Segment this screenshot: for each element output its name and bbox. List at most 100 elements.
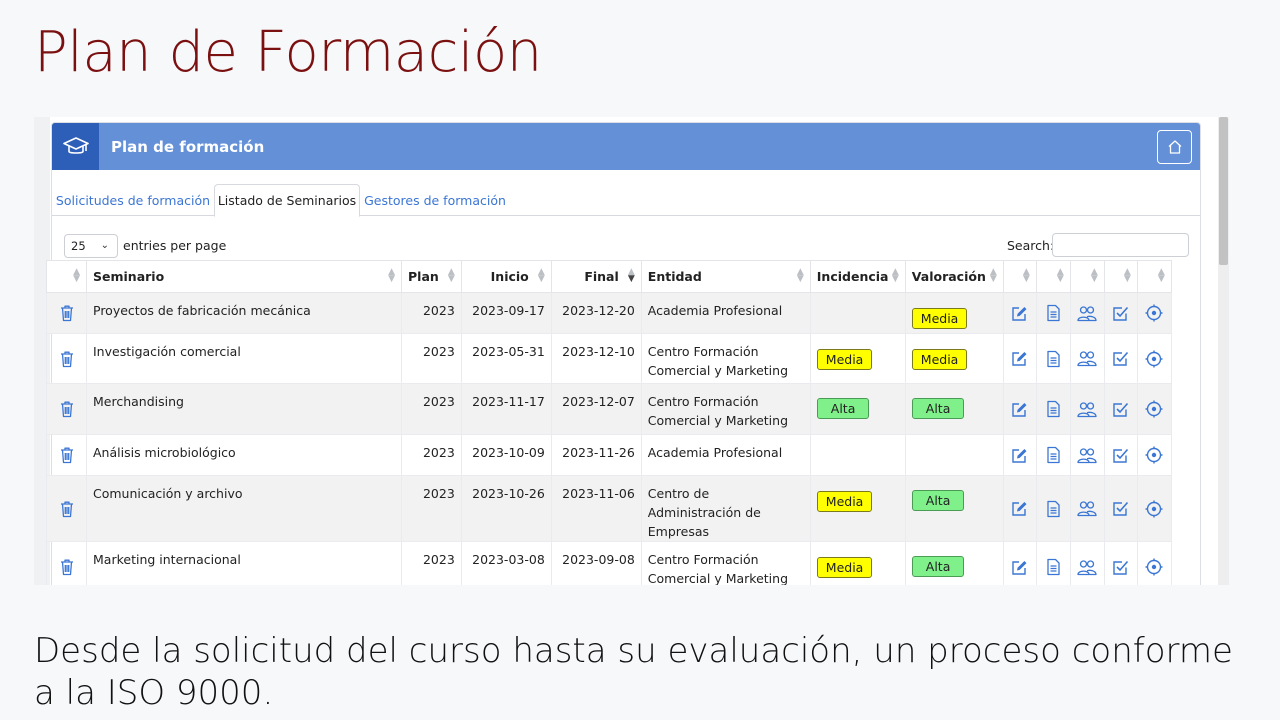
edit-action[interactable] xyxy=(1002,475,1037,542)
target-icon xyxy=(1138,350,1171,368)
target-action[interactable] xyxy=(1136,292,1172,334)
target-action[interactable] xyxy=(1136,333,1172,384)
slide-caption: Desde la solicitud del curso hasta su ev… xyxy=(34,631,1233,713)
users-action[interactable] xyxy=(1069,292,1105,334)
plan-cell: 2023 xyxy=(401,541,462,585)
edit-action[interactable] xyxy=(1002,541,1037,585)
col-users[interactable]: ▲ ▼ xyxy=(1069,260,1105,293)
users-action[interactable] xyxy=(1069,475,1105,542)
col-inicio[interactable]: Inicio ▲ ▼ xyxy=(460,260,552,293)
checkbox-icon xyxy=(1105,401,1137,418)
incidencia-cell: Media xyxy=(809,541,906,585)
users-icon xyxy=(1071,447,1104,464)
entidad-cell: Centro Formación Comercial y Marketing xyxy=(640,541,811,585)
entidad-cell: Centro de Administración de Empresas xyxy=(640,475,811,542)
search-label: Search: xyxy=(1007,238,1055,253)
home-button[interactable] xyxy=(1157,130,1192,164)
trash-action[interactable] xyxy=(46,292,87,334)
final-cell: 2023-12-20 xyxy=(550,292,642,334)
sort-icon: ▲ ▼ xyxy=(891,267,899,284)
valoracion-cell: Media xyxy=(904,333,1004,384)
col-check[interactable]: ▲ ▼ xyxy=(1103,260,1138,293)
col-doc[interactable]: ▲ ▼ xyxy=(1035,260,1071,293)
document-action[interactable] xyxy=(1035,383,1071,435)
page-scrollbar[interactable] xyxy=(1218,117,1229,585)
tab-solicitudes[interactable]: Solicitudes de formación xyxy=(54,184,212,217)
col-seminario[interactable]: Seminario ▲ ▼ xyxy=(86,260,402,293)
table-header-row: ▲ ▼ Seminario ▲ ▼ Plan ▲ ▼ Inicio ▲ ▼ Final ▲ ▼ E… xyxy=(46,260,1172,293)
col-entidad[interactable]: Entidad ▲ ▼ xyxy=(640,260,811,293)
checkbox-action[interactable] xyxy=(1103,434,1138,476)
users-icon xyxy=(1071,350,1104,367)
incidencia-badge: Alta xyxy=(816,398,870,419)
sort-icon: ▲ ▼ xyxy=(73,267,80,284)
col-plan[interactable]: Plan ▲ ▼ xyxy=(401,260,462,293)
checkbox-action[interactable] xyxy=(1103,383,1138,435)
seminario-cell: Proyectos de fabricación mecánica xyxy=(86,292,402,334)
col-incidencia[interactable]: Incidencia ▲ ▼ xyxy=(809,260,906,293)
checkbox-action[interactable] xyxy=(1103,292,1138,334)
tab-bar: Solicitudes de formación Listado de Semi… xyxy=(52,170,1200,217)
trash-action[interactable] xyxy=(46,475,87,542)
sort-icon: ▲ ▼ xyxy=(447,267,455,284)
col-actions-left[interactable]: ▲ ▼ xyxy=(46,260,87,293)
col-target[interactable]: ▲ ▼ xyxy=(1136,260,1172,293)
checkbox-action[interactable] xyxy=(1103,333,1138,384)
incidencia-cell: Alta xyxy=(809,383,906,435)
valoracion-badge: Alta xyxy=(911,556,965,577)
col-final[interactable]: Final ▲ ▼ xyxy=(550,260,642,293)
edit-action[interactable] xyxy=(1002,292,1037,334)
trash-action[interactable] xyxy=(46,333,87,384)
inicio-cell: 2023-11-17 xyxy=(460,383,552,435)
seminario-cell: Comunicación y archivo xyxy=(86,475,402,542)
page-size-select[interactable]: 25 ⌄ xyxy=(64,234,118,258)
checkbox-action[interactable] xyxy=(1103,541,1138,585)
trash-icon xyxy=(47,400,86,418)
col-valoracion[interactable]: Valoración ▲ ▼ xyxy=(904,260,1004,293)
sort-icon: ▲ ▼ xyxy=(989,267,997,284)
document-action[interactable] xyxy=(1035,434,1071,476)
sort-icon: ▲ ▼ xyxy=(1022,267,1030,284)
trash-icon xyxy=(47,500,86,518)
col-incidencia-label: Incidencia xyxy=(816,269,889,284)
target-action[interactable] xyxy=(1136,541,1172,585)
card-title: Plan de formación xyxy=(111,137,265,156)
edit-action[interactable] xyxy=(1002,383,1037,435)
users-action[interactable] xyxy=(1069,383,1105,435)
edit-action[interactable] xyxy=(1002,333,1037,384)
entidad-cell: Centro Formación Comercial y Marketing xyxy=(640,383,811,435)
graduation-cap-icon xyxy=(52,123,99,170)
trash-action[interactable] xyxy=(46,434,87,476)
target-action[interactable] xyxy=(1136,475,1172,542)
users-action[interactable] xyxy=(1069,434,1105,476)
target-action[interactable] xyxy=(1136,434,1172,476)
seminario-cell: Investigación comercial xyxy=(86,333,402,384)
document-action[interactable] xyxy=(1035,292,1071,334)
document-action[interactable] xyxy=(1035,541,1071,585)
incidencia-cell: Media xyxy=(809,333,906,384)
document-icon xyxy=(1037,350,1070,368)
sort-icon: ▲ ▼ xyxy=(1056,267,1064,284)
col-edit[interactable]: ▲ ▼ xyxy=(1002,260,1037,293)
table-row: Análisis microbiológico 2023 2023-10-09 202… xyxy=(46,434,1172,476)
search-input[interactable] xyxy=(1052,233,1189,257)
target-action[interactable] xyxy=(1136,383,1172,435)
tab-gestores[interactable]: Gestores de formación xyxy=(362,184,508,217)
checkbox-action[interactable] xyxy=(1103,475,1138,542)
document-action[interactable] xyxy=(1035,475,1071,542)
document-icon xyxy=(1037,400,1070,418)
slide-title: Plan de Formación xyxy=(34,20,542,85)
inicio-cell: 2023-03-08 xyxy=(460,541,552,585)
trash-action[interactable] xyxy=(46,383,87,435)
scroll-thumb[interactable] xyxy=(1219,117,1228,265)
home-icon xyxy=(1168,140,1181,154)
edit-icon xyxy=(1004,401,1036,418)
tab-seminarios[interactable]: Listado de Seminarios xyxy=(214,184,360,217)
users-action[interactable] xyxy=(1069,333,1105,384)
entries-per-page-label: entries per page xyxy=(123,238,227,253)
users-action[interactable] xyxy=(1069,541,1105,585)
trash-action[interactable] xyxy=(46,541,87,585)
sort-icon: ▲ ▼ xyxy=(537,267,545,284)
edit-action[interactable] xyxy=(1002,434,1037,476)
document-action[interactable] xyxy=(1035,333,1071,384)
